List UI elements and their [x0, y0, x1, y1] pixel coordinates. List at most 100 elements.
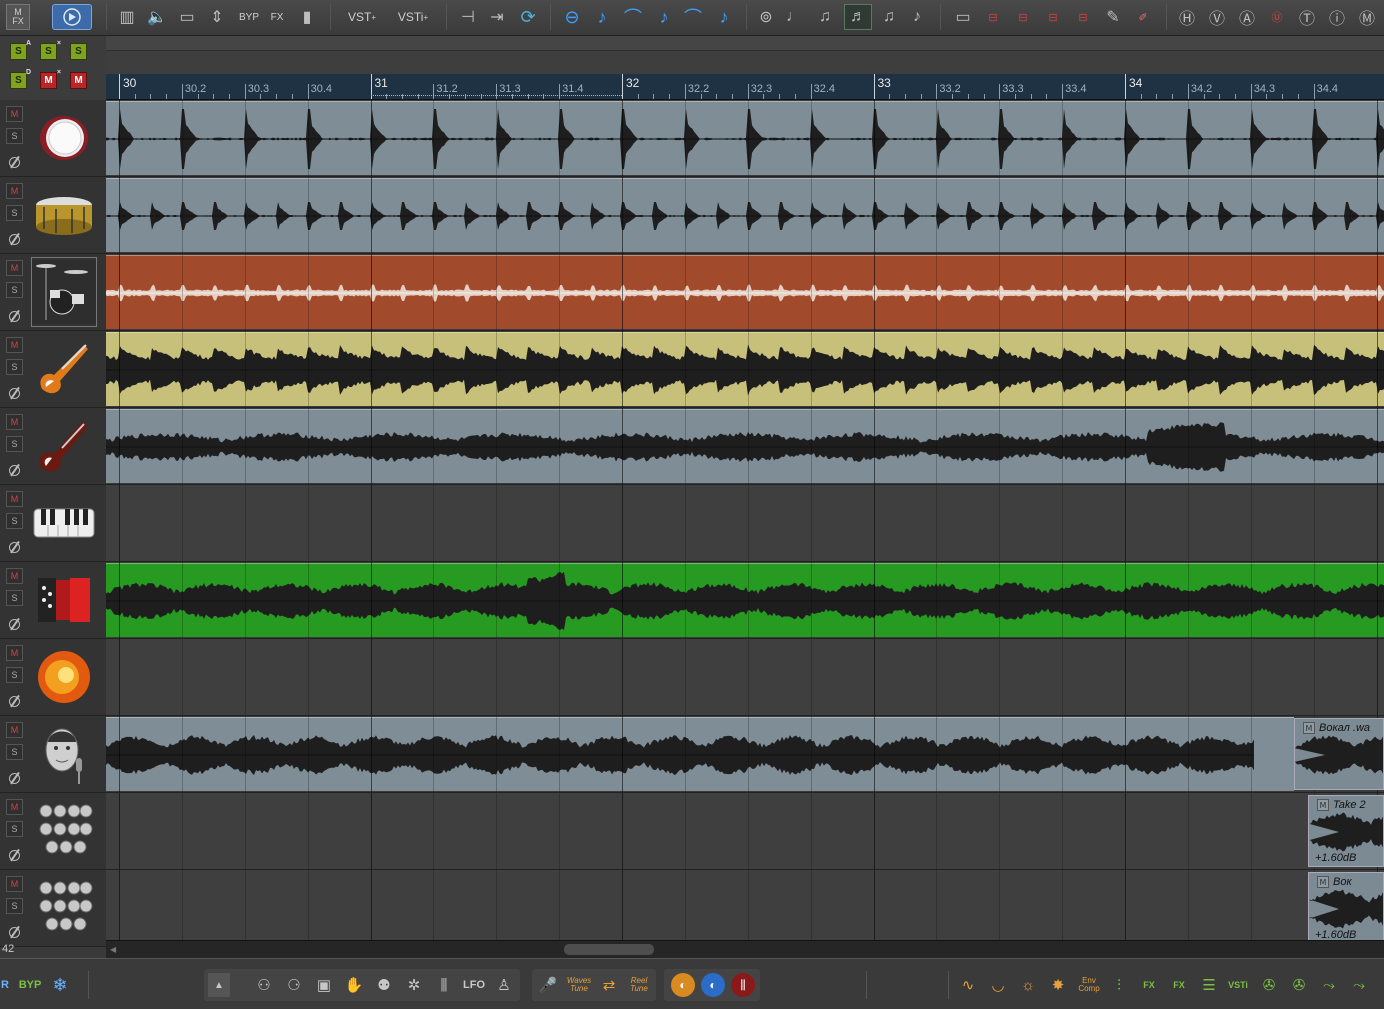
zoom-snap-icon[interactable]: ⊖	[560, 4, 584, 30]
lane-fx-explosion[interactable]	[106, 639, 1384, 716]
solo-button[interactable]: S	[6, 898, 23, 914]
eighth-note-icon[interactable]: ♪	[652, 4, 676, 30]
lane-choir-2[interactable]: M Вок +1.60dB	[106, 870, 1384, 940]
solo-button[interactable]: S	[6, 128, 23, 144]
mute-button[interactable]: M	[6, 183, 23, 199]
mfx-button[interactable]: M FX	[6, 4, 30, 30]
audio-clip[interactable]	[106, 563, 1384, 637]
phase-invert-icon[interactable]	[9, 388, 20, 399]
microphone-icon[interactable]: 🎤	[536, 973, 560, 997]
phase-invert-icon[interactable]	[9, 234, 20, 245]
zoom-u-icon[interactable]: Ⓤ	[1264, 4, 1290, 30]
reel-tune-button[interactable]: Reel Tune	[624, 973, 654, 997]
track-header-drum-kit[interactable]: MS	[0, 254, 106, 331]
mute-button[interactable]: M	[6, 799, 23, 815]
track-icon-frame[interactable]	[31, 103, 97, 173]
track-lanes[interactable]: M Вокал .wa M Take 2 +1.60dB M Вок +1.60dB	[106, 100, 1384, 940]
phase-invert-icon[interactable]	[9, 542, 20, 553]
solo-button[interactable]: S	[6, 744, 23, 760]
track-icon-frame[interactable]	[31, 488, 97, 558]
timeline-ruler[interactable]: 30 30.2 30.3 30.4 31 31.2 31.3 31.4 32 32.2 32.3 32…	[106, 74, 1384, 100]
note-icon[interactable]: ♪	[590, 4, 614, 30]
sixteenth-note-icon[interactable]: ♬	[844, 4, 872, 30]
sun-icon[interactable]: ☼	[1015, 973, 1041, 997]
quarter-note-icon[interactable]: ♩	[782, 4, 806, 30]
node-s-icon[interactable]: ⚆	[282, 973, 306, 997]
info-icon[interactable]: ⓘ	[1324, 4, 1350, 30]
mute-button[interactable]: M	[6, 106, 23, 122]
zoom-h-icon[interactable]: Ⓗ	[1174, 4, 1200, 30]
track-icon-frame[interactable]	[31, 796, 97, 866]
track-header-accordion[interactable]: MS	[0, 562, 106, 639]
goto-end-icon[interactable]: ⇥	[485, 4, 509, 30]
mute-button[interactable]: M	[6, 568, 23, 584]
waveform-icon[interactable]: ∿	[955, 973, 981, 997]
phase-invert-icon[interactable]	[9, 696, 20, 707]
track-header-choir-1[interactable]: MS	[0, 793, 106, 870]
solo-button[interactable]: S	[6, 667, 23, 683]
take-mute-button[interactable]: M	[1303, 722, 1315, 734]
track-header-electric-guitar[interactable]: MS	[0, 408, 106, 485]
track-icon-frame[interactable]	[31, 411, 97, 481]
solo-button[interactable]: S	[6, 513, 23, 529]
note-icon-2[interactable]: ♪	[712, 4, 736, 30]
lane-choir-1[interactable]: M Take 2 +1.60dB	[106, 793, 1384, 870]
expand-up-icon[interactable]: ▲	[208, 973, 230, 997]
fx-chain-button-2[interactable]: FX	[1167, 973, 1191, 997]
node-icon[interactable]: ⚉	[372, 973, 396, 997]
zoom-a-icon[interactable]: Ⓐ	[1234, 4, 1260, 30]
take-clip[interactable]: M Вок +1.60dB	[1308, 872, 1384, 940]
mute-button[interactable]: M	[6, 260, 23, 276]
scroll-left-icon[interactable]: ◀	[110, 945, 120, 955]
track-icon-frame[interactable]	[31, 257, 97, 327]
tie-note-icon-2[interactable]: ⌒	[680, 4, 706, 30]
solo-button[interactable]: S	[6, 205, 23, 221]
scroll-thumb[interactable]	[564, 944, 654, 955]
delete-tool-icon[interactable]: ⊟	[1070, 4, 1096, 30]
track-icon-frame[interactable]	[31, 719, 97, 789]
zoom-m-icon[interactable]: Ⓜ	[1354, 4, 1380, 30]
mute-button[interactable]: M	[70, 72, 87, 89]
phase-invert-icon[interactable]	[9, 465, 20, 476]
magnify-icon[interactable]: ⊚	[754, 4, 778, 30]
insert-marker-icon[interactable]: ⊣	[456, 4, 480, 30]
film-reel-icon-2[interactable]: ✇	[1287, 973, 1311, 997]
camera-icon[interactable]: ▣	[312, 973, 336, 997]
solo-button[interactable]: S	[70, 43, 87, 60]
freeze-snowflake-icon[interactable]: ❄	[48, 973, 72, 997]
r-button[interactable]: R	[0, 973, 10, 997]
lfo-button[interactable]: LFO	[460, 973, 488, 997]
bypass-button[interactable]: BYP	[236, 4, 262, 30]
phase-invert-icon[interactable]	[9, 850, 20, 861]
lane-drum-kit[interactable]	[106, 254, 1384, 331]
play-button[interactable]	[52, 4, 92, 30]
ghost-icon[interactable]: ♙	[492, 973, 516, 997]
solo-a-button[interactable]: SA	[10, 40, 31, 60]
mixer-icon[interactable]: ▥	[116, 4, 138, 30]
blue-disc-icon[interactable]: ◐	[701, 973, 725, 997]
mute-x-button[interactable]: M ×	[40, 69, 61, 89]
piano-disc-icon[interactable]: ⫼	[731, 973, 755, 997]
track-header-bass-guitar[interactable]: MS	[0, 331, 106, 408]
take-clip[interactable]: M Вокал .wa	[1294, 718, 1384, 790]
env-comp-button[interactable]: Env Comp	[1075, 973, 1103, 997]
lane-electric-guitar[interactable]	[106, 408, 1384, 485]
phase-invert-icon[interactable]	[9, 927, 20, 938]
bypass-all-button[interactable]: BYP	[16, 973, 44, 997]
mute-button[interactable]: M	[6, 876, 23, 892]
track-header-kick-drum[interactable]: MS	[0, 100, 106, 177]
lane-snare-drum[interactable]	[106, 177, 1384, 254]
solo-button[interactable]: S	[6, 590, 23, 606]
triplet-note-icon[interactable]: ♫	[812, 4, 838, 30]
lane-kick-drum[interactable]	[106, 100, 1384, 177]
insert-slot-icon[interactable]: ▭	[176, 4, 198, 30]
phase-invert-icon[interactable]	[9, 619, 20, 630]
audio-clip[interactable]	[106, 101, 1384, 175]
take-clip[interactable]: M Take 2 +1.60dB	[1308, 795, 1384, 867]
audio-clip[interactable]	[106, 717, 1294, 791]
zoom-v-icon[interactable]: Ⓥ	[1204, 4, 1230, 30]
solo-button[interactable]: S	[6, 436, 23, 452]
lane-bass-guitar[interactable]	[106, 331, 1384, 408]
solo-button[interactable]: S	[6, 359, 23, 375]
hand-icon[interactable]: ✋	[342, 973, 366, 997]
